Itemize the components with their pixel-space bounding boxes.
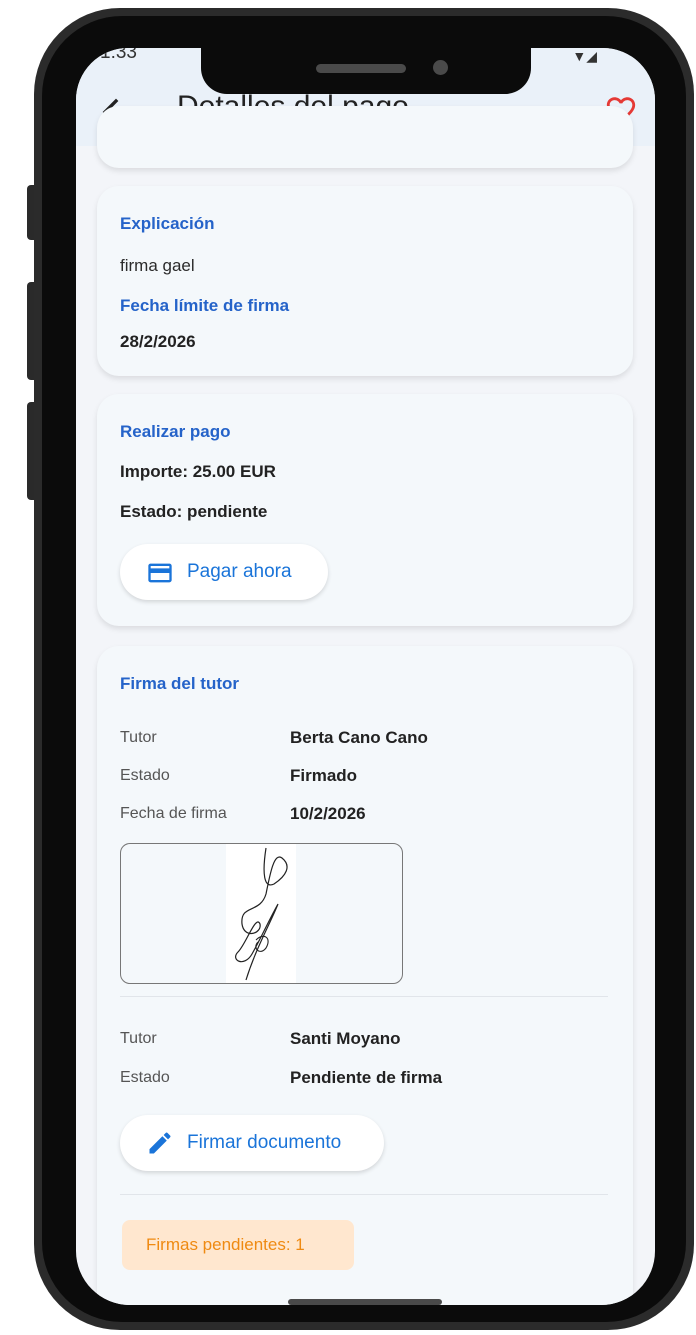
deadline-value: 28/2/2026 xyxy=(120,332,196,351)
pencil-icon xyxy=(149,1132,171,1154)
status-icons: ▼◢ xyxy=(572,48,597,64)
signer1-date-key: Fecha de firma xyxy=(120,805,227,822)
sign-document-button[interactable]: Firmar documento xyxy=(120,1115,384,1171)
credit-card-icon xyxy=(148,563,172,583)
signer2-state-value: Pendiente de firma xyxy=(290,1068,443,1087)
sign-document-label: Firmar documento xyxy=(187,1132,342,1153)
signer1-state-value: Firmado xyxy=(290,766,358,785)
pending-signatures-text: Firmas pendientes: 1 xyxy=(146,1235,305,1254)
signer2-tutor-key: Tutor xyxy=(120,1030,157,1047)
payment-status: Estado: pendiente xyxy=(120,502,268,521)
explanation-card: Explicación firma gael Fecha límite de f… xyxy=(97,186,633,376)
signer2-state-key: Estado xyxy=(120,1069,170,1086)
payment-card: Realizar pago Importe: 25.00 EUR Estado:… xyxy=(97,394,633,626)
signer1-date-value: 10/2/2026 xyxy=(290,804,366,823)
payment-title: Realizar pago xyxy=(120,422,231,441)
tutor-signature-title: Firma del tutor xyxy=(120,674,240,693)
front-camera xyxy=(433,60,448,75)
handwritten-signature xyxy=(235,847,288,981)
explanation-label: Explicación xyxy=(120,214,215,233)
explanation-value: firma gael xyxy=(120,256,195,275)
phone-screen: 1:33 ▼◢ Detalles del pago Explicación fi… xyxy=(76,48,655,1305)
pending-signatures-badge: Firmas pendientes: 1 xyxy=(122,1220,354,1270)
tutor-signature-card: Firma del tutor Tutor Berta Cano Cano Es… xyxy=(97,646,633,1305)
signer1-state-key: Estado xyxy=(120,767,170,784)
deadline-label: Fecha límite de firma xyxy=(120,296,290,315)
pay-now-label: Pagar ahora xyxy=(187,561,292,582)
signer-divider xyxy=(120,996,608,997)
phone-notch xyxy=(201,48,531,94)
previous-card xyxy=(97,106,633,168)
home-indicator[interactable] xyxy=(288,1299,442,1305)
signer1-tutor-value: Berta Cano Cano xyxy=(290,728,428,747)
signer2-tutor-value: Santi Moyano xyxy=(290,1029,401,1048)
status-time: 1:33 xyxy=(100,48,137,63)
signature-image xyxy=(226,844,296,983)
speaker-grille xyxy=(316,64,406,73)
signature-image-frame xyxy=(120,843,403,984)
pay-now-button[interactable]: Pagar ahora xyxy=(120,544,328,600)
badge-divider xyxy=(120,1194,608,1195)
payment-amount: Importe: 25.00 EUR xyxy=(120,462,276,481)
signer1-tutor-key: Tutor xyxy=(120,729,157,746)
scroll-content[interactable]: Explicación firma gael Fecha límite de f… xyxy=(76,106,655,1305)
